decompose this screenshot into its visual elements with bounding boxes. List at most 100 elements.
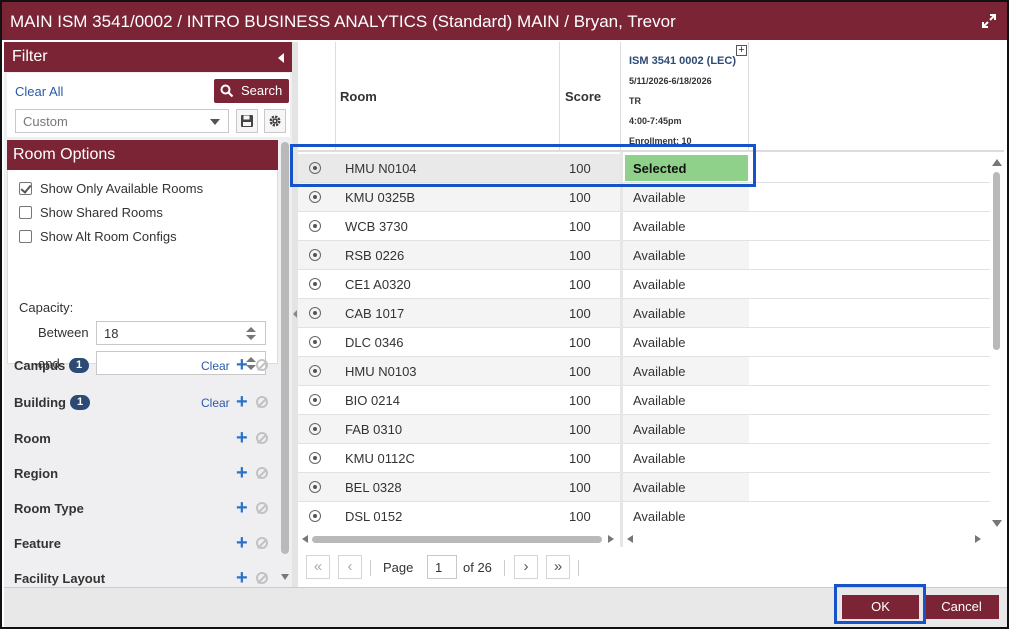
checkbox-icon[interactable] bbox=[19, 230, 32, 243]
scroll-left-icon[interactable] bbox=[627, 535, 633, 543]
facet-facility-layout[interactable]: Facility Layout + bbox=[14, 568, 276, 587]
room-cell-group[interactable]: HMU N0103 100 bbox=[298, 357, 620, 385]
expand-icon[interactable] bbox=[981, 13, 997, 29]
facet-building[interactable]: Building 1 Clear + bbox=[14, 392, 276, 414]
expand-section-icon[interactable]: + bbox=[736, 45, 747, 56]
room-options-header[interactable]: Room Options bbox=[7, 140, 278, 170]
first-page-icon[interactable]: « bbox=[306, 555, 330, 579]
facet-room-type[interactable]: Room Type + bbox=[14, 498, 276, 520]
facet-region[interactable]: Region + bbox=[14, 463, 276, 485]
ban-icon[interactable] bbox=[256, 467, 268, 479]
radio-target-icon[interactable] bbox=[309, 249, 321, 261]
table-row[interactable]: DSL 0152 100 Available bbox=[298, 502, 990, 529]
plus-icon[interactable]: + bbox=[236, 428, 248, 448]
section-status-cell[interactable]: Available bbox=[623, 502, 749, 529]
scroll-up-icon[interactable] bbox=[992, 159, 1002, 166]
grid-horizontal-scrollbar-right[interactable] bbox=[623, 532, 990, 546]
scroll-down-icon[interactable] bbox=[992, 520, 1002, 527]
plus-icon[interactable]: + bbox=[236, 463, 248, 483]
clear-all-link[interactable]: Clear All bbox=[15, 84, 63, 99]
room-cell-group[interactable]: KMU 0325B 100 bbox=[298, 183, 620, 211]
radio-target-icon[interactable] bbox=[309, 191, 321, 203]
search-button[interactable]: Search bbox=[214, 79, 289, 103]
radio-target-icon[interactable] bbox=[309, 220, 321, 232]
room-cell-group[interactable]: BIO 0214 100 bbox=[298, 386, 620, 414]
spinner-icon[interactable] bbox=[246, 327, 256, 341]
ban-icon[interactable] bbox=[256, 537, 268, 549]
radio-target-icon[interactable] bbox=[309, 278, 321, 290]
room-cell-group[interactable]: RSB 0226 100 bbox=[298, 241, 620, 269]
facet-clear-link[interactable]: Clear bbox=[201, 359, 230, 373]
scrollbar-thumb[interactable] bbox=[281, 142, 289, 554]
checkbox-checked-icon[interactable] bbox=[19, 182, 32, 195]
filter-settings-button[interactable] bbox=[264, 109, 286, 133]
section-status-cell[interactable]: Available bbox=[623, 299, 749, 327]
radio-target-icon[interactable] bbox=[309, 394, 321, 406]
radio-target-icon[interactable] bbox=[309, 510, 321, 522]
section-status-cell[interactable]: Available bbox=[623, 328, 749, 356]
table-row[interactable]: DLC 0346 100 Available bbox=[298, 328, 990, 357]
facet-campus[interactable]: Campus 1 Clear + bbox=[14, 355, 276, 377]
capacity-min-input[interactable]: 18 bbox=[96, 321, 266, 345]
room-cell-group[interactable]: FAB 0310 100 bbox=[298, 415, 620, 443]
scroll-right-icon[interactable] bbox=[975, 535, 981, 543]
ban-icon[interactable] bbox=[256, 396, 268, 408]
ban-icon[interactable] bbox=[256, 359, 268, 371]
checkbox-icon[interactable] bbox=[19, 206, 32, 219]
cancel-button[interactable]: Cancel bbox=[924, 595, 999, 619]
section-status-cell[interactable]: Available bbox=[623, 473, 749, 501]
table-row[interactable]: WCB 3730 100 Available bbox=[298, 212, 990, 241]
grid-vertical-scrollbar[interactable] bbox=[990, 154, 1004, 529]
previous-page-icon[interactable]: ‹ bbox=[338, 555, 362, 579]
radio-target-icon[interactable] bbox=[309, 365, 321, 377]
section-status-cell[interactable]: Available bbox=[623, 183, 749, 211]
last-page-icon[interactable]: » bbox=[546, 555, 570, 579]
section-status-cell[interactable]: Available bbox=[623, 270, 749, 298]
table-row[interactable]: FAB 0310 100 Available bbox=[298, 415, 990, 444]
scrollbar-thumb[interactable] bbox=[312, 536, 602, 543]
ban-icon[interactable] bbox=[256, 502, 268, 514]
plus-icon[interactable]: + bbox=[236, 392, 248, 412]
section-status-cell[interactable]: Available bbox=[623, 444, 749, 472]
room-cell-group[interactable]: CE1 A0320 100 bbox=[298, 270, 620, 298]
next-page-icon[interactable]: › bbox=[514, 555, 538, 579]
ban-icon[interactable] bbox=[256, 572, 268, 584]
table-row[interactable]: RSB 0226 100 Available bbox=[298, 241, 990, 270]
filter-scrollbar[interactable] bbox=[281, 142, 290, 587]
save-preset-button[interactable] bbox=[236, 109, 258, 133]
table-row[interactable]: BEL 0328 100 Available bbox=[298, 473, 990, 502]
scroll-right-icon[interactable] bbox=[608, 535, 614, 543]
column-header-room[interactable]: Room bbox=[340, 89, 377, 104]
room-cell-group[interactable]: DLC 0346 100 bbox=[298, 328, 620, 356]
radio-target-icon[interactable] bbox=[309, 423, 321, 435]
room-cell-group[interactable]: BEL 0328 100 bbox=[298, 473, 620, 501]
plus-icon[interactable]: + bbox=[236, 355, 248, 375]
plus-icon[interactable]: + bbox=[236, 498, 248, 518]
radio-target-icon[interactable] bbox=[309, 481, 321, 493]
facet-clear-link[interactable]: Clear bbox=[201, 396, 230, 410]
room-cell-group[interactable]: DSL 0152 100 bbox=[298, 502, 620, 529]
facet-feature[interactable]: Feature + bbox=[14, 533, 276, 555]
section-status-cell[interactable]: Available bbox=[623, 357, 749, 385]
table-row[interactable]: HMU N0103 100 Available bbox=[298, 357, 990, 386]
facet-room[interactable]: Room + bbox=[14, 428, 276, 450]
table-row[interactable]: CAB 1017 100 Available bbox=[298, 299, 990, 328]
radio-target-icon[interactable] bbox=[309, 336, 321, 348]
scroll-left-icon[interactable] bbox=[302, 535, 308, 543]
plus-icon[interactable]: + bbox=[236, 533, 248, 553]
section-status-cell[interactable]: Available bbox=[623, 386, 749, 414]
room-cell-group[interactable]: WCB 3730 100 bbox=[298, 212, 620, 240]
plus-icon[interactable]: + bbox=[236, 568, 248, 587]
radio-target-icon[interactable] bbox=[309, 307, 321, 319]
collapse-arrow-icon[interactable] bbox=[278, 53, 284, 63]
table-row[interactable]: CE1 A0320 100 Available bbox=[298, 270, 990, 299]
table-row[interactable]: BIO 0214 100 Available bbox=[298, 386, 990, 415]
room-cell-group[interactable]: KMU 0112C 100 bbox=[298, 444, 620, 472]
section-status-cell[interactable]: Available bbox=[623, 241, 749, 269]
page-number-input[interactable]: 1 bbox=[427, 555, 457, 579]
collapse-left-icon[interactable] bbox=[293, 310, 297, 318]
scroll-down-icon[interactable] bbox=[281, 574, 289, 580]
room-cell-group[interactable]: CAB 1017 100 bbox=[298, 299, 620, 327]
ban-icon[interactable] bbox=[256, 432, 268, 444]
table-row[interactable]: KMU 0325B 100 Available bbox=[298, 183, 990, 212]
